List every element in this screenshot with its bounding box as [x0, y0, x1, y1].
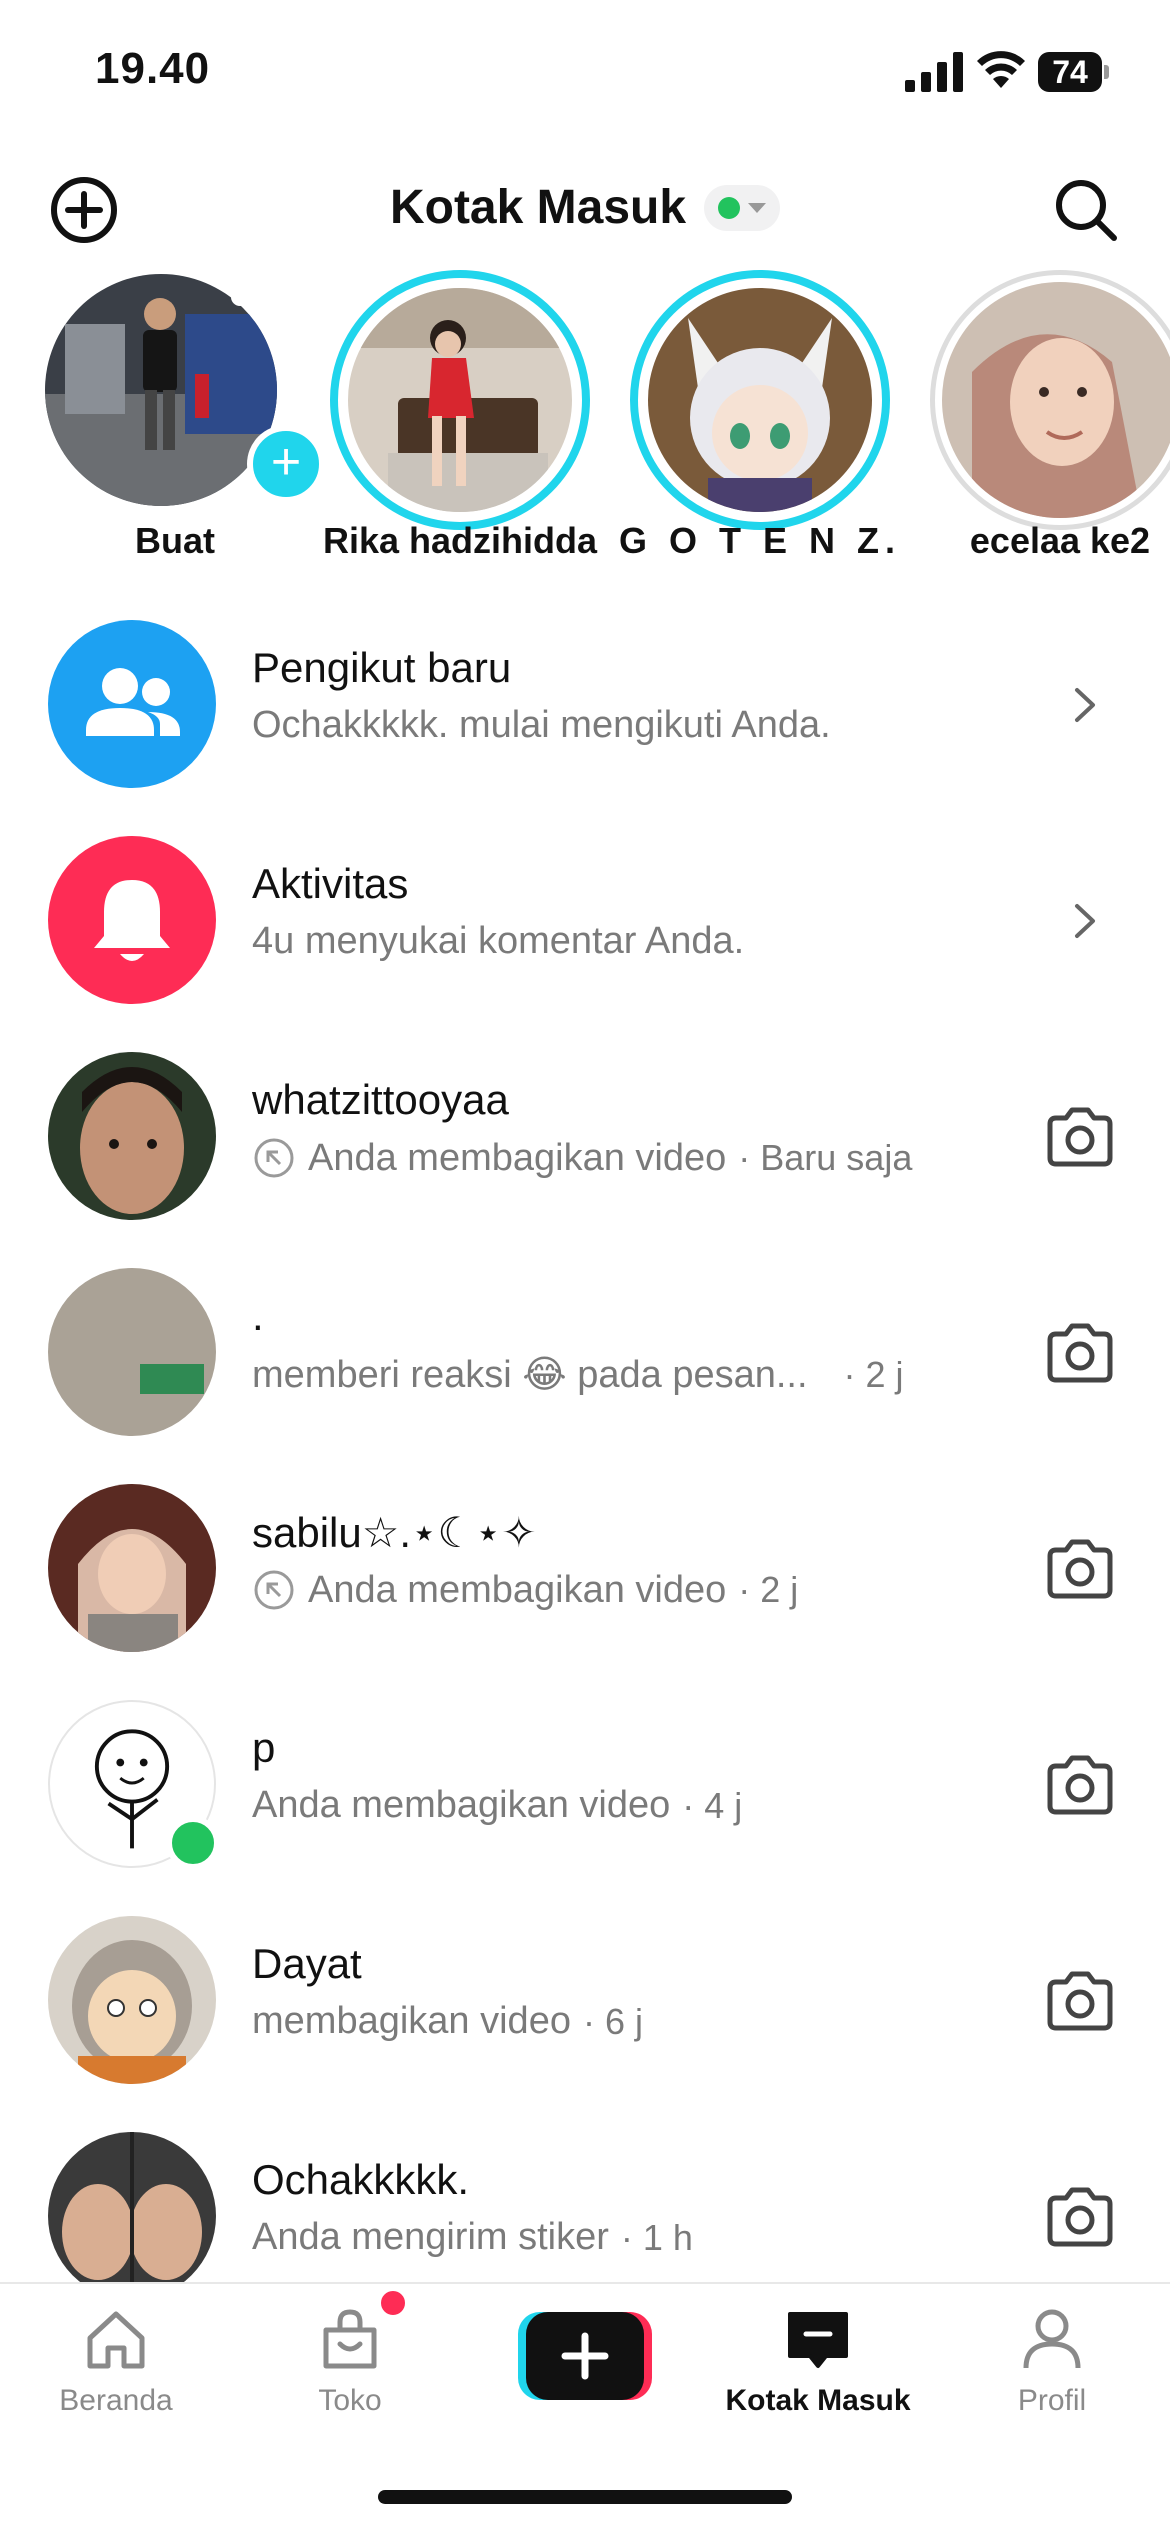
- shared-arrow-icon: [254, 1138, 294, 1178]
- status-bar: 19.40 74: [0, 0, 1170, 150]
- chevron-right-icon: [1075, 904, 1095, 938]
- followers-icon: [48, 620, 216, 788]
- avatar: [48, 1484, 216, 1652]
- conversation-name: p: [252, 1724, 276, 1771]
- conversation-preview: Anda membagikan video: [308, 1568, 727, 1611]
- story-label: Rika hadzihidda: [322, 520, 598, 561]
- conversation-time: · 4 j: [682, 1784, 743, 1826]
- add-story-button[interactable]: +: [247, 425, 325, 503]
- conversation-name: sabilu☆.⋆☾⋆✧: [252, 1509, 537, 1556]
- shopping-bag-icon: [323, 2309, 377, 2369]
- tab-label: Toko: [318, 2384, 382, 2417]
- activity-status-toggle[interactable]: [704, 184, 781, 231]
- conversation-row[interactable]: p Anda membagikan video · 4 j: [0, 1670, 1170, 1886]
- battery-level: 74: [1038, 52, 1102, 92]
- online-status-dot: [166, 1816, 220, 1870]
- tab-profile[interactable]: Profil: [952, 2304, 1152, 2418]
- story-item[interactable]: G O T E N Z.: [619, 270, 895, 570]
- conversation-name: .: [252, 1292, 264, 1339]
- cellular-signal-icon: [905, 52, 963, 92]
- conversation-time: · Baru saja: [738, 1137, 913, 1178]
- home-icon: [87, 2311, 145, 2369]
- conversation-preview: Anda membagikan video: [308, 1136, 727, 1179]
- tab-inbox[interactable]: Kotak Masuk: [718, 2304, 918, 2418]
- avatar: [48, 1052, 216, 1220]
- conversation-time: · 2 j: [738, 1569, 799, 1610]
- story-create[interactable]: + Buat: [35, 270, 325, 570]
- stories-row: + Buat Rika hadzihidda G O T E N Z. ecel…: [0, 270, 1170, 580]
- battery-icon: 74: [1038, 52, 1110, 92]
- online-status-dot: [718, 196, 741, 219]
- conversation-preview: membagikan video: [252, 2000, 571, 2042]
- avatar: [648, 288, 872, 512]
- inbox-header: Kotak Masuk: [0, 150, 1170, 270]
- page-title: Kotak Masuk: [389, 181, 687, 234]
- tab-shop[interactable]: Toko: [250, 2304, 450, 2418]
- avatar: [45, 274, 277, 506]
- row-subtitle: Ochakkkkk. mulai mengikuti Anda.: [252, 704, 831, 746]
- story-item[interactable]: Rika hadzihidda: [320, 270, 597, 570]
- row-subtitle: 4u menyukai komentar Anda.: [252, 920, 745, 962]
- home-indicator: [378, 2490, 792, 2504]
- conversation-preview: Anda membagikan video: [252, 1784, 671, 1826]
- camera-icon[interactable]: [1040, 1746, 1120, 1826]
- story-item[interactable]: ecelaa ke2: [920, 270, 1170, 570]
- status-time: 19.40: [95, 44, 211, 93]
- camera-icon[interactable]: [1040, 1530, 1120, 1610]
- conversation-time: · 1 h: [620, 2216, 693, 2258]
- conversation-name: whatzittooyaa: [252, 1076, 509, 1123]
- tab-label: Kotak Masuk: [725, 2384, 911, 2417]
- shared-arrow-icon: [254, 1570, 294, 1610]
- list-item-activity[interactable]: Aktivitas 4u menyukai komentar Anda.: [0, 806, 1170, 1022]
- camera-icon[interactable]: [1040, 1314, 1120, 1394]
- story-label: ecelaa ke2: [969, 520, 1151, 561]
- search-icon[interactable]: [1050, 174, 1122, 246]
- row-title: Aktivitas: [252, 860, 409, 907]
- avatar: [942, 282, 1170, 518]
- conversation-preview: memberi reaksi 😂 pada pesan...: [252, 1354, 808, 1396]
- tab-label: Beranda: [59, 2384, 173, 2417]
- avatar: [48, 2132, 216, 2300]
- avatar: [48, 1268, 216, 1436]
- bell-icon: [48, 836, 216, 1004]
- story-label: Buat: [135, 520, 215, 561]
- conversation-row[interactable]: whatzittooyaa Anda membagikan video · Ba…: [0, 1022, 1170, 1238]
- chevron-down-icon: [748, 202, 767, 213]
- tab-home[interactable]: Beranda: [16, 2304, 216, 2418]
- avatar: [348, 288, 572, 512]
- avatar: [48, 1916, 216, 2084]
- conversation-name: Ochakkkkk.: [252, 2156, 470, 2203]
- inbox-icon: [788, 2312, 848, 2368]
- camera-icon[interactable]: [1040, 1962, 1120, 2042]
- wifi-icon: [977, 51, 1025, 88]
- conversation-row[interactable]: . memberi reaksi 😂 pada pesan... · 2 j: [0, 1238, 1170, 1454]
- story-label: G O T E N Z.: [618, 520, 901, 561]
- tab-label: Profil: [1017, 2384, 1087, 2417]
- conversation-name: Dayat: [252, 1940, 362, 1987]
- camera-icon[interactable]: [1040, 1098, 1120, 1178]
- row-title: Pengikut baru: [252, 644, 512, 691]
- chevron-right-icon: [1075, 688, 1095, 722]
- profile-icon: [1023, 2309, 1081, 2369]
- conversation-preview: Anda mengirim stiker: [252, 2216, 609, 2258]
- conversation-time: · 6 j: [582, 2000, 643, 2042]
- list-item-new-followers[interactable]: Pengikut baru Ochakkkkk. mulai mengikuti…: [0, 590, 1170, 806]
- create-button[interactable]: [518, 2312, 652, 2400]
- conversation-time: · 2 j: [843, 1353, 904, 1395]
- camera-icon[interactable]: [1040, 2178, 1120, 2258]
- conversation-row[interactable]: sabilu☆.⋆☾⋆✧ Anda membagikan video · 2 j: [0, 1454, 1170, 1670]
- conversation-row[interactable]: Dayat membagikan video · 6 j: [0, 1886, 1170, 2102]
- notification-badge: [378, 2288, 408, 2318]
